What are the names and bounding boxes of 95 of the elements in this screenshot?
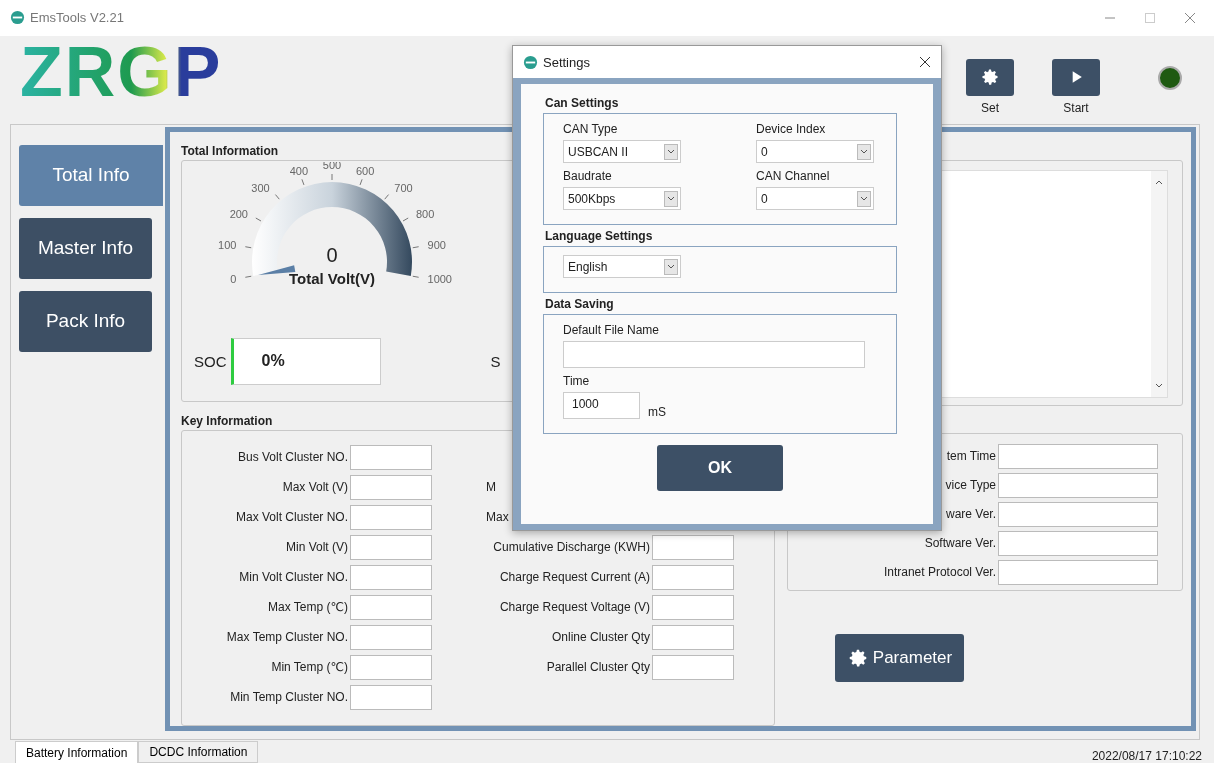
- field-label: vice Type: [944, 478, 996, 493]
- bottom-tab[interactable]: Battery Information: [15, 741, 139, 763]
- group-title: Total Information: [181, 142, 279, 160]
- gauge-label: Total Volt(V): [288, 269, 376, 287]
- dropdown[interactable]: English: [563, 255, 681, 278]
- toolbar-label: Set: [981, 100, 999, 115]
- value-field[interactable]: [350, 594, 432, 620]
- field-label: Cumulative Discharge (KWH): [492, 540, 650, 554]
- soc-display: 0%: [230, 337, 381, 385]
- field-label: CAN Type: [563, 122, 619, 136]
- window-title: EmsTools V2.21: [30, 10, 124, 26]
- maximize-icon[interactable]: [1144, 11, 1156, 24]
- nav-tab[interactable]: Master Info: [19, 217, 152, 279]
- dropdown[interactable]: 0: [756, 187, 874, 210]
- field-label: Baudrate: [563, 169, 613, 183]
- toolbar-button[interactable]: [966, 58, 1014, 96]
- value-field[interactable]: [350, 444, 432, 470]
- value-field[interactable]: [652, 564, 734, 590]
- app-logo-icon: [10, 10, 25, 26]
- soc-label: SOC: [194, 352, 227, 370]
- input-field[interactable]: 1000: [563, 392, 640, 419]
- field-label: Device Index: [756, 122, 827, 136]
- field-label: Min Volt (V): [285, 540, 348, 554]
- value-field[interactable]: [652, 594, 734, 620]
- settings-icon: [980, 67, 1000, 88]
- unit-label: mS: [648, 405, 666, 419]
- value-field[interactable]: [350, 474, 432, 500]
- field-label: M: [485, 480, 497, 494]
- field-label: Max Volt Cluster NO.: [234, 510, 348, 524]
- field-label: Min Temp Cluster NO.: [229, 690, 348, 704]
- field-label: Max Volt (V): [281, 480, 348, 494]
- group-title: Key Information: [181, 413, 273, 430]
- field-label: ware Ver.: [944, 507, 996, 522]
- gauge-tick-label: 800: [416, 207, 435, 220]
- field-label: Intranet Protocol Ver.: [882, 565, 996, 580]
- gauge-tick-label: 900: [427, 238, 446, 251]
- gauge-tick-label: 1000: [427, 272, 452, 285]
- field-label: Default File Name: [563, 323, 661, 337]
- dropdown[interactable]: 500Kbps: [563, 187, 681, 210]
- gauge-tick-label: 600: [356, 164, 375, 177]
- scrollbar[interactable]: [1151, 170, 1167, 397]
- field-label: Software Ver.: [923, 536, 996, 551]
- value-field[interactable]: [652, 624, 734, 650]
- field-label: Online Cluster Qty: [550, 630, 650, 644]
- section-title: Language Settings: [545, 229, 654, 243]
- field-label: Max Temp Cluster NO.: [225, 630, 348, 644]
- input-field[interactable]: [563, 341, 865, 368]
- value-field[interactable]: [998, 501, 1158, 527]
- parameter-button[interactable]: Parameter: [835, 633, 964, 682]
- gauge-value: 0: [326, 243, 338, 266]
- value-field[interactable]: [350, 654, 432, 680]
- value-field[interactable]: [998, 530, 1158, 556]
- gauge-tick-label: 400: [289, 164, 308, 177]
- gauge-tick-label: 100: [218, 238, 237, 251]
- toolbar-label: Start: [1063, 100, 1089, 115]
- value-field[interactable]: [998, 559, 1158, 585]
- field-label: CAN Channel: [756, 169, 831, 183]
- field-label: Max Temp (℃): [267, 600, 348, 614]
- dropdown[interactable]: USBCAN II: [563, 140, 681, 163]
- value-field[interactable]: [350, 504, 432, 530]
- value-field[interactable]: [652, 534, 734, 560]
- value-field[interactable]: [652, 654, 734, 680]
- bottom-tab[interactable]: DCDC Information: [138, 741, 259, 763]
- value-field[interactable]: [350, 684, 432, 710]
- gauge-tick-label: 700: [394, 181, 413, 194]
- section-title: Can Settings: [545, 96, 620, 110]
- app-logo-icon: [523, 54, 538, 70]
- value-field[interactable]: [998, 443, 1158, 469]
- nav-tab[interactable]: Total Info: [19, 144, 163, 206]
- field-label: Bus Volt Cluster NO.: [236, 450, 348, 464]
- close-icon[interactable]: [919, 56, 931, 68]
- field-label: Charge Request Voltage (V): [498, 600, 650, 614]
- timestamp: 2022/08/17 17:10:22: [1091, 749, 1202, 763]
- nav-tab[interactable]: Pack Info: [19, 290, 152, 352]
- value-field[interactable]: [350, 564, 432, 590]
- dropdown[interactable]: 0: [756, 140, 874, 163]
- dialog-title: Settings: [543, 54, 590, 70]
- field-label: Max: [485, 510, 510, 524]
- value-field[interactable]: [350, 624, 432, 650]
- value-field[interactable]: [350, 534, 432, 560]
- field-label: Time: [563, 374, 591, 388]
- gauge-tick-label: 300: [251, 181, 270, 194]
- field-label: Min Volt Cluster NO.: [238, 570, 348, 584]
- field-label: Charge Request Current (A): [498, 570, 650, 584]
- gauge-tick-label: 0: [230, 272, 237, 285]
- field-label: Min Temp (℃): [270, 660, 348, 674]
- toolbar-button[interactable]: [1052, 58, 1100, 96]
- gauge-tick-label: 500: [322, 161, 342, 171]
- gauge-tick-label: 200: [229, 207, 248, 220]
- field-label: Parallel Cluster Qty: [545, 660, 650, 674]
- ok-button[interactable]: OK: [657, 445, 783, 491]
- field-label: tem Time: [945, 449, 996, 464]
- value-field[interactable]: [998, 472, 1158, 498]
- field-label: S: [490, 352, 501, 370]
- section-title: Data Saving: [545, 297, 615, 311]
